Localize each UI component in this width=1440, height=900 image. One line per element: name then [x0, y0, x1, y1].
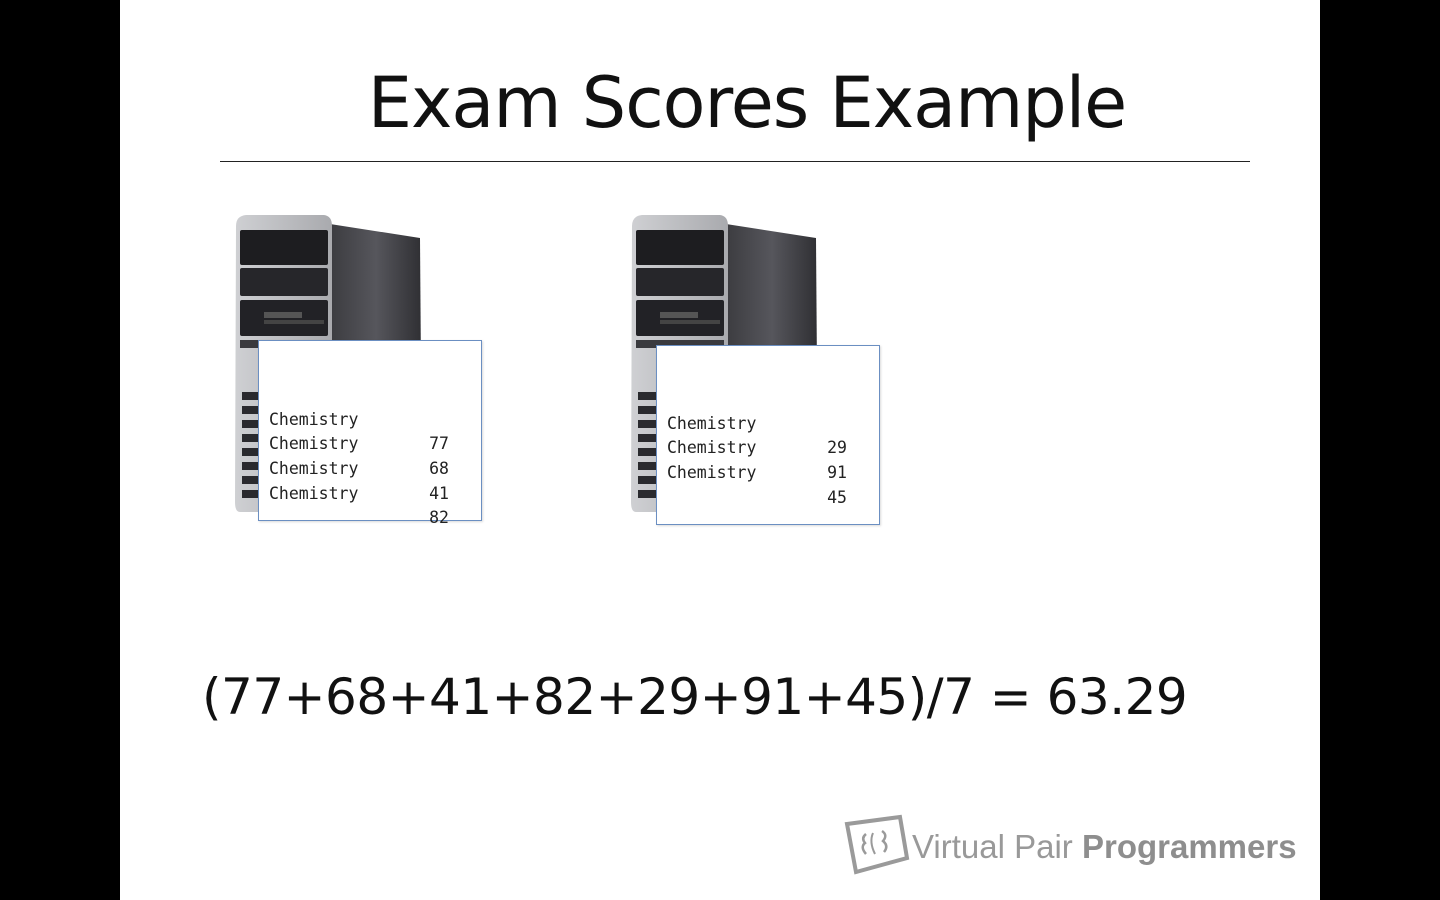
row-subject: Chemistry — [269, 483, 359, 503]
row-score: 45 — [827, 487, 847, 507]
data-panel-1: Chemistry 77 Chemistry 68 Chemistry 41 C… — [258, 340, 482, 528]
slide: Exam Scores Example Chemistry 77 Chemist… — [120, 0, 1320, 900]
data-panel-2: Chemistry 29 Chemistry 91 Chemistry 45 — [656, 345, 880, 525]
data-row: Chemistry 91 — [667, 412, 849, 482]
logo-text-bold: Programmers — [1081, 828, 1297, 865]
logo-text: Virtual Pair Programmers — [912, 828, 1297, 866]
data-row: Chemistry 82 — [269, 457, 451, 528]
data-row: Chemistry 68 — [269, 408, 451, 478]
title-divider — [220, 161, 1250, 162]
data-row: Chemistry 29 — [667, 387, 849, 458]
data-rows: Chemistry 77 Chemistry 68 Chemistry 41 C… — [269, 383, 451, 528]
data-row: Chemistry 45 — [667, 436, 849, 507]
row-score: 82 — [429, 508, 449, 528]
data-rows: Chemistry 29 Chemistry 91 Chemistry 45 — [667, 387, 849, 507]
logo-text-light: Virtual Pair — [912, 828, 1073, 865]
row-subject: Chemistry — [667, 463, 757, 483]
vpp-logo-icon — [844, 814, 910, 875]
slide-title: Exam Scores Example — [367, 62, 1127, 144]
brand-logo: Virtual Pair Programmers — [844, 814, 1304, 876]
row-score: 91 — [827, 463, 847, 483]
data-row: Chemistry 77 — [269, 383, 451, 454]
data-row: Chemistry 41 — [269, 432, 451, 503]
row-score: 41 — [429, 483, 449, 503]
average-formula: (77+68+41+82+29+91+45)/7 = 63.29 — [202, 668, 1188, 726]
